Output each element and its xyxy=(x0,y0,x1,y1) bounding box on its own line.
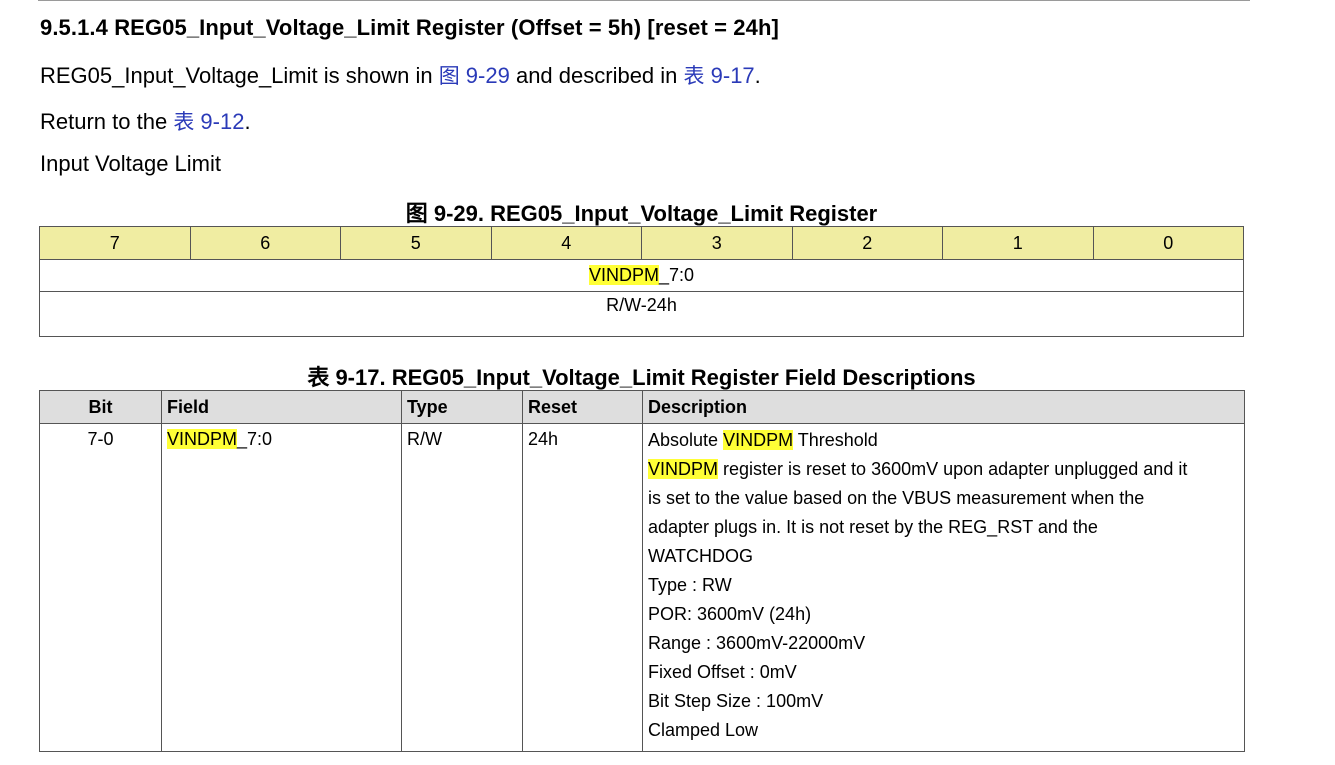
table-link-cjk: 表 xyxy=(683,64,705,88)
search-highlight: VINDPM xyxy=(723,430,794,450)
cell-type: R/W xyxy=(401,423,523,752)
figure-link[interactable]: 图 9-29 xyxy=(439,63,510,88)
intro-suffix: . xyxy=(754,63,761,88)
description-text: Threshold xyxy=(793,430,878,450)
header-description: Description xyxy=(642,390,1245,424)
description-text: register is reset to 3600mV upon adapter… xyxy=(718,459,1188,479)
figure-link-number: 9-29 xyxy=(459,63,510,88)
description-line: VINDPM register is reset to 3600mV upon … xyxy=(648,455,1244,484)
return-table-link[interactable]: 表 9-12 xyxy=(173,109,244,134)
register-field-row: VINDPM_7:0 xyxy=(39,259,1244,292)
section-heading: 9.5.1.4 REG05_Input_Voltage_Limit Regist… xyxy=(40,15,779,40)
return-paragraph: Return to the 表 9-12. xyxy=(40,106,251,136)
return-link-cjk: 表 xyxy=(173,110,195,134)
cell-description: Absolute VINDPM Threshold VINDPM registe… xyxy=(642,423,1245,752)
description-line: Bit Step Size : 100mV xyxy=(648,691,824,711)
description-line: is set to the value based on the VBUS me… xyxy=(648,488,1145,508)
register-field-suffix: _7:0 xyxy=(658,265,695,285)
description-line: WATCHDOG xyxy=(648,546,753,566)
bit-header-3: 3 xyxy=(641,226,793,260)
description-text: Absolute xyxy=(648,430,724,450)
register-access: R/W-24h xyxy=(39,291,1244,337)
header-reset: Reset xyxy=(522,390,643,424)
register-bit-table: 7 6 5 4 3 2 1 0 VINDPM_7:0 R/W-24h xyxy=(39,226,1244,337)
bit-header-7: 7 xyxy=(39,226,191,260)
intro-middle: and described in xyxy=(509,63,684,88)
table-caption: 表 9-17. REG05_Input_Voltage_Limit Regist… xyxy=(307,365,976,390)
description-line: Type : RW xyxy=(648,575,732,595)
bit-header-row: 7 6 5 4 3 2 1 0 xyxy=(39,226,1244,260)
cell-bit: 7-0 xyxy=(39,423,162,752)
header-bit: Bit xyxy=(39,390,162,424)
bit-header-0: 0 xyxy=(1092,226,1244,260)
description-line: POR: 3600mV (24h) xyxy=(648,604,812,624)
bit-header-4: 4 xyxy=(490,226,642,260)
figure-link-cjk: 图 xyxy=(438,64,460,88)
intro-paragraph: REG05_Input_Voltage_Limit is shown in 图 … xyxy=(40,60,761,90)
register-access-row: R/W-24h xyxy=(39,291,1244,337)
search-highlight: VINDPM xyxy=(648,459,719,479)
summary-text: Input Voltage Limit xyxy=(40,151,222,176)
field-description-table: Bit Field Type Reset Description 7-0 VIN… xyxy=(39,390,1245,752)
search-highlight: VINDPM xyxy=(167,429,238,449)
description-line: Fixed Offset : 0mV xyxy=(648,662,797,682)
return-suffix: . xyxy=(244,109,251,134)
cell-reset: 24h xyxy=(522,423,643,752)
header-type: Type xyxy=(401,390,523,424)
return-prefix: Return to the xyxy=(40,109,174,134)
cell-field: VINDPM_7:0 xyxy=(161,423,402,752)
intro-prefix: REG05_Input_Voltage_Limit is shown in xyxy=(40,63,439,88)
header-field: Field xyxy=(161,390,402,424)
bit-header-2: 2 xyxy=(791,226,943,260)
field-table-header-row: Bit Field Type Reset Description xyxy=(39,390,1245,424)
register-field-name: VINDPM_7:0 xyxy=(39,259,1244,292)
return-link-number: 9-12 xyxy=(194,109,245,134)
cell-field-suffix: _7:0 xyxy=(237,429,273,449)
figure-caption: 图 9-29. REG05_Input_Voltage_Limit Regist… xyxy=(405,201,878,226)
top-divider xyxy=(38,0,1250,1)
description-line: Range : 3600mV-22000mV xyxy=(648,633,866,653)
description-line: Absolute VINDPM Threshold xyxy=(648,426,1244,455)
description-line: Clamped Low xyxy=(648,720,759,740)
description-line: adapter plugs in. It is not reset by the… xyxy=(648,517,1098,537)
search-highlight: VINDPM xyxy=(588,265,659,285)
table-link[interactable]: 表 9-17 xyxy=(684,63,755,88)
table-link-number: 9-17 xyxy=(704,63,755,88)
bit-header-1: 1 xyxy=(942,226,1094,260)
bit-header-6: 6 xyxy=(189,226,341,260)
bit-header-5: 5 xyxy=(340,226,492,260)
table-row: 7-0 VINDPM_7:0 R/W 24h Absolute VINDPM T… xyxy=(39,423,1245,752)
